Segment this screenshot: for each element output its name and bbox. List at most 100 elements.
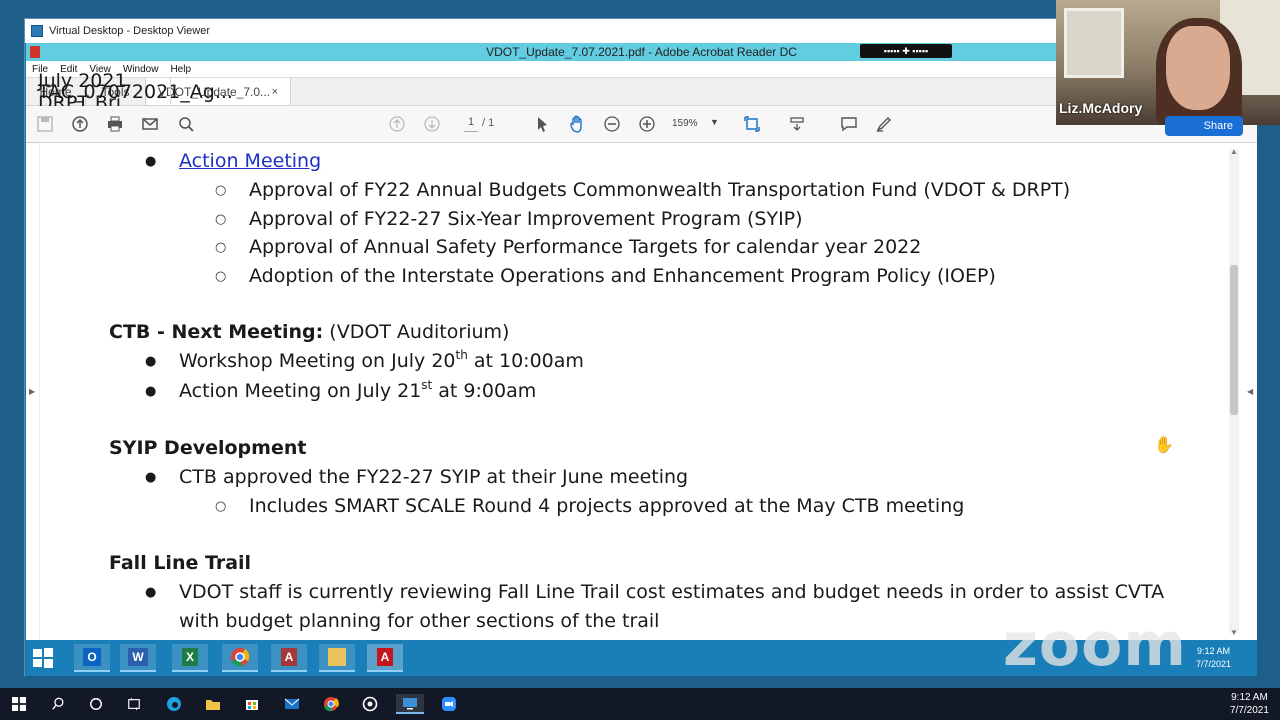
expand-right-icon[interactable]: ◀ [1247,387,1253,396]
host-clock-time: 9:12 AM [1231,692,1268,703]
syip-item: CTB approved the FY22-27 SYIP at their J… [179,466,689,488]
excel-icon[interactable]: X [172,644,208,672]
fall-line-item-line1: VDOT staff is currently reviewing Fall L… [179,581,1165,603]
participant-video[interactable]: Liz.McAdory [1056,0,1280,125]
outlook-icon[interactable]: O [74,644,110,672]
task-view-icon[interactable] [122,694,146,714]
sub-bullet-icon: ○ [215,269,227,284]
fall-line-heading: Fall Line Trail [109,552,252,574]
action-item-1: Approval of FY22 Annual Budgets Commonwe… [249,179,1071,201]
chrome-icon[interactable] [319,694,343,714]
action-meeting-time: at 9:00am [432,380,537,402]
next-page-icon[interactable] [422,114,442,134]
participant-name: Liz.McAdory [1059,100,1143,116]
action-meeting-text: Action Meeting on July 21 [179,380,422,402]
email-icon[interactable] [140,114,160,134]
windows-start-icon[interactable] [32,647,54,669]
zoom-out-icon[interactable] [602,114,622,134]
workshop-meeting-text: Workshop Meeting on July 20 [179,350,456,372]
zoom-watermark: zoom [1003,610,1187,680]
file-explorer-icon[interactable] [201,694,225,714]
chrome-icon[interactable] [222,644,258,672]
action-meeting-heading[interactable]: Action Meeting [179,150,321,172]
sub-bullet-icon: ○ [215,240,227,255]
action-item-2: Approval of FY22-27 Six-Year Improvement… [249,208,803,230]
workshop-meeting-item: Workshop Meeting on July 20th at 10:00am [179,348,584,372]
zoom-dropdown-icon[interactable]: ▼ [710,117,719,127]
highlight-pen-icon[interactable] [874,114,894,134]
print-icon[interactable] [105,114,125,134]
acrobat-app-icon [30,46,40,58]
close-tab-icon[interactable]: × [272,86,278,98]
mail-icon[interactable] [280,694,304,714]
desktop-viewer-title: Virtual Desktop - Desktop Viewer [49,25,210,37]
inner-clock: 9:12 AM 7/7/2021 [1196,645,1231,671]
workshop-meeting-time: at 10:00am [467,350,584,372]
bullet-icon: ● [145,470,157,485]
vertical-scrollbar[interactable]: ▲ ▼ [1229,147,1239,637]
zoom-in-icon[interactable] [637,114,657,134]
fall-line-item-line2: with budget planning for other sections … [179,610,660,632]
document-viewport[interactable]: ▶ ● Action Meeting ○ Approval of FY22 An… [26,143,1257,640]
scrollbar-thumb[interactable] [1230,265,1238,415]
ctb-next-heading-line: CTB - Next Meeting: (VDOT Auditorium) [109,321,509,343]
cortana-icon[interactable] [84,694,108,714]
comment-icon[interactable] [839,114,859,134]
share-button[interactable]: Share [1165,116,1243,136]
hand-cursor-icon: ✋ [1154,437,1174,454]
ctb-next-heading: CTB - Next Meeting: [109,321,324,343]
pdf-page: ● Action Meeting ○ Approval of FY22 Annu… [26,143,1226,640]
syip-subitem: Includes SMART SCALE Round 4 projects ap… [249,495,965,517]
bullet-icon: ● [145,384,157,399]
page-number-input[interactable]: 1 [464,116,478,132]
prev-page-icon[interactable] [387,114,407,134]
host-clock-date: 7/7/2021 [1230,705,1269,716]
windows-start-icon[interactable] [7,694,31,714]
search-icon[interactable] [176,114,196,134]
scroll-up-icon[interactable]: ▲ [1230,147,1238,156]
action-item-4: Adoption of the Interstate Operations an… [249,265,996,287]
zoom-app-icon[interactable] [437,694,461,714]
bullet-icon: ● [145,354,157,369]
sub-bullet-icon: ○ [215,499,227,514]
select-pointer-icon[interactable] [532,114,552,134]
search-icon[interactable] [46,694,70,714]
upload-cloud-icon[interactable] [70,114,90,134]
save-icon[interactable] [35,114,55,134]
action-meeting-sup: st [421,378,433,392]
fit-page-icon[interactable] [742,114,762,134]
menu-help[interactable]: Help [170,64,191,75]
host-taskbar: 9:12 AM 7/7/2021 [0,688,1280,720]
hand-tool-icon[interactable] [567,114,587,134]
scroll-mode-icon[interactable] [787,114,807,134]
sub-bullet-icon: ○ [215,183,227,198]
syip-heading: SYIP Development [109,437,307,459]
bullet-icon: ● [145,585,157,600]
sub-bullet-icon: ○ [215,212,227,227]
viewer-control-strip[interactable]: ▪▪▪▪▪ ✚ ▪▪▪▪▪ [860,44,952,58]
background-window [1064,8,1124,78]
desktop-viewer-taskbar-icon[interactable] [396,694,424,714]
zoom-level[interactable]: 159% [672,118,698,129]
acrobat-title: VDOT_Update_7.07.2021.pdf - Adobe Acroba… [486,45,797,59]
workshop-meeting-sup: th [455,348,468,362]
page-total: / 1 [482,117,495,129]
acrobat-taskbar-icon[interactable]: A [367,644,403,672]
inner-clock-time: 9:12 AM [1197,646,1231,656]
action-meeting-item: Action Meeting on July 21st at 9:00am [179,378,537,402]
edge-icon[interactable] [162,694,186,714]
file-explorer-icon[interactable]: F [319,644,355,672]
store-icon[interactable] [240,694,264,714]
bullet-icon: ● [145,154,157,169]
action-item-3: Approval of Annual Safety Performance Ta… [249,236,922,258]
access-icon[interactable]: A [271,644,307,672]
host-clock: 9:12 AM 7/7/2021 [1230,691,1269,717]
word-icon[interactable]: W [120,644,156,672]
ctb-next-location: (VDOT Auditorium) [323,321,510,343]
desktop-viewer-icon [31,25,43,37]
participant-face [1166,26,1230,110]
inner-clock-date: 7/7/2021 [1196,659,1232,669]
scroll-down-icon[interactable]: ▼ [1230,628,1238,637]
tab-doc-drpt[interactable]: July 2021 DRPT Bri... [26,70,171,114]
citrix-workspace-icon[interactable] [358,694,382,714]
